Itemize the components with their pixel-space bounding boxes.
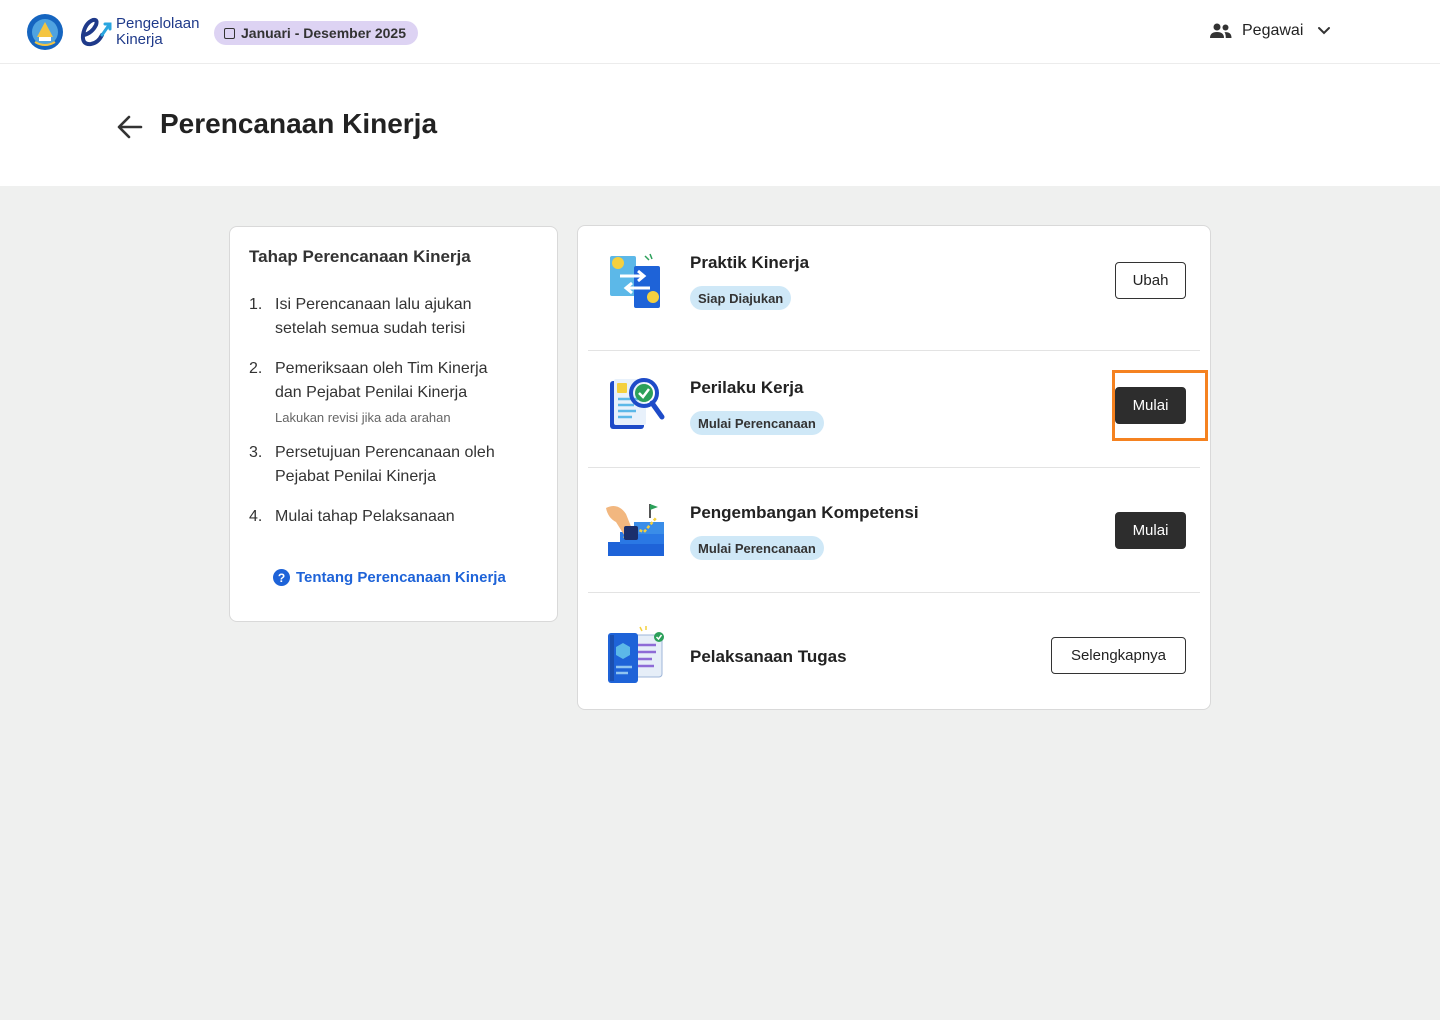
task-name: Pelaksanaan Tugas	[690, 647, 847, 666]
page-title: Perencanaan Kinerja	[160, 108, 438, 139]
help-icon: ?	[273, 569, 290, 586]
task-name: Praktik Kinerja	[690, 253, 810, 272]
start-button[interactable]: Mulai	[1115, 387, 1186, 424]
page-header: Perencanaan Kinerja	[0, 64, 1440, 186]
back-button[interactable]	[114, 111, 146, 143]
top-bar: Pengelolaan Kinerja Januari - Desember 2…	[0, 0, 1440, 64]
calendar-square-icon	[224, 27, 235, 39]
step-text: Pemeriksaan oleh Tim Kinerja dan Pejabat…	[275, 360, 488, 401]
about-link-label: Tentang Perencanaan Kinerja	[296, 569, 506, 586]
step-number: 1.	[249, 296, 263, 313]
step-text: Isi Perencanaan lalu ajukan setelah semu…	[275, 296, 472, 337]
step-item: 2. Pemeriksaan oleh Tim Kinerja dan Peja…	[249, 357, 538, 425]
app-name: Pengelolaan Kinerja	[116, 16, 199, 48]
tasks-card: Praktik Kinerja Siap Diajukan Ubah Peril…	[577, 225, 1211, 710]
status-badge: Mulai Perencanaan	[690, 536, 824, 560]
status-badge: Mulai Perencanaan	[690, 411, 824, 435]
task-row-pengembangan-kompetensi: Pengembangan Kompetensi Mulai Perencanaa…	[588, 468, 1200, 593]
see-more-button[interactable]: Selengkapnya	[1051, 637, 1186, 674]
app-name-line1: Pengelolaan	[116, 15, 200, 32]
task-name: Perilaku Kerja	[690, 378, 804, 397]
app-logo-icon	[80, 17, 112, 47]
step-number: 3.	[249, 444, 263, 461]
period-chip[interactable]: Januari - Desember 2025	[214, 21, 418, 45]
ministry-emblem-icon	[27, 14, 63, 50]
competency-development-illustration-icon	[606, 504, 664, 556]
app-name-line2: Kinerja	[116, 31, 163, 48]
people-icon	[1210, 23, 1232, 38]
step-number: 2.	[249, 360, 263, 377]
task-execution-illustration-icon	[608, 626, 664, 683]
step-text: Mulai tahap Pelaksanaan	[275, 508, 455, 525]
arrow-left-icon	[117, 115, 143, 139]
task-row-praktik-kinerja: Praktik Kinerja Siap Diajukan Ubah	[588, 226, 1200, 351]
status-badge: Siap Diajukan	[690, 286, 792, 310]
chevron-down-icon	[1318, 27, 1331, 35]
about-planning-link[interactable]: ? Tentang Perencanaan Kinerja	[273, 569, 506, 586]
task-name: Pengembangan Kompetensi	[690, 503, 919, 522]
step-item: 3. Persetujuan Perencanaan oleh Pejabat …	[249, 441, 538, 489]
edit-button[interactable]: Ubah	[1115, 262, 1186, 299]
role-label: Pegawai	[1242, 22, 1304, 39]
task-row-pelaksanaan-tugas: Pelaksanaan Tugas Selengkapnya	[588, 593, 1200, 710]
period-label: Januari - Desember 2025	[241, 25, 406, 41]
work-behavior-illustration-icon	[610, 378, 665, 429]
step-item: 1. Isi Perencanaan lalu ajukan setelah s…	[249, 293, 538, 341]
role-dropdown[interactable]: Pegawai	[1210, 17, 1335, 45]
performance-practice-illustration-icon	[610, 253, 660, 308]
step-item: 4. Mulai tahap Pelaksanaan	[249, 505, 538, 529]
steps-title: Tahap Perencanaan Kinerja	[249, 247, 471, 266]
task-row-perilaku-kerja: Perilaku Kerja Mulai Perencanaan Mulai	[588, 343, 1208, 468]
steps-card: Tahap Perencanaan Kinerja 1. Isi Perenca…	[229, 226, 558, 622]
start-button[interactable]: Mulai	[1115, 512, 1186, 549]
step-number: 4.	[249, 508, 263, 525]
step-note: Lakukan revisi jika ada arahan	[275, 410, 451, 425]
step-text: Persetujuan Perencanaan oleh Pejabat Pen…	[275, 444, 495, 485]
